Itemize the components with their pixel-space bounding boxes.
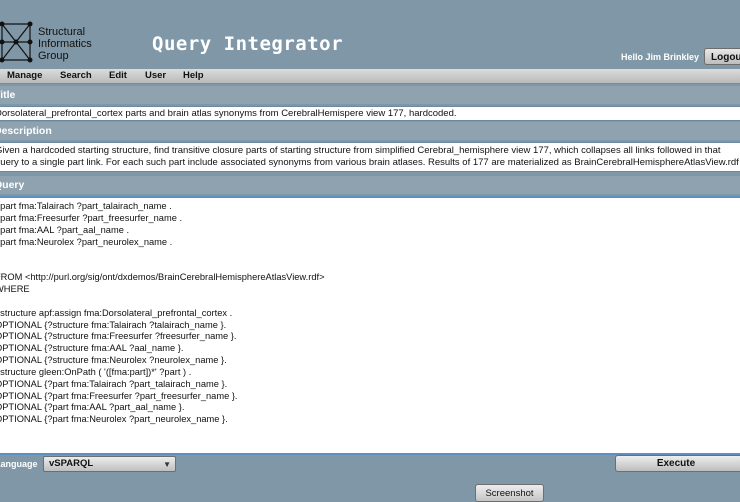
description-line: query to a single part link. For each su…	[0, 157, 739, 168]
menu-item-manage[interactable]: Manage	[7, 70, 42, 81]
logo-line: Structural	[38, 26, 86, 38]
query-line: OPTIONAL {?structure fma:Freesurfer ?fre…	[0, 331, 237, 342]
query-line: OPTIONAL {?structure fma:AAL ?aal_name }…	[0, 343, 184, 354]
query-line: WHERE	[0, 283, 30, 294]
description-line: Given a hardcoded starting structure, fi…	[0, 145, 721, 156]
query-line: FROM <http://purl.org/sig/ont/dxdemos/Br…	[0, 272, 325, 283]
logout-button[interactable]: Logout	[704, 48, 740, 65]
description-field[interactable]: Given a hardcoded starting structure, fi…	[0, 142, 740, 172]
query-line: ?part fma:Freesurfer ?part_freesurfer_na…	[0, 212, 183, 223]
query-line: ?part fma:Talairach ?part_talairach_name…	[0, 201, 172, 211]
logo-text: Structural Informatics Group	[38, 26, 92, 62]
query-line: ?part fma:Neurolex ?part_neurolex_name .	[0, 236, 173, 247]
query-line: ?structure apf:assign fma:Dorsolateral_p…	[0, 307, 233, 318]
menu-item-edit[interactable]: Edit	[109, 70, 127, 81]
user-greeting: Hello Jim Brinkley	[621, 52, 700, 62]
menu-item-help[interactable]: Help	[183, 70, 204, 81]
execute-button[interactable]: Execute	[615, 455, 740, 472]
query-line: OPTIONAL {?part fma:AAL ?part_aal_name }…	[0, 402, 185, 413]
query-heading: Query	[0, 176, 740, 194]
logo-line: Group	[38, 50, 69, 62]
screenshot-button[interactable]: Screenshot	[475, 484, 544, 502]
query-line: OPTIONAL {?part fma:Freesurfer ?part_fre…	[0, 390, 238, 401]
language-select[interactable]: vSPARQL ▼	[43, 456, 176, 472]
query-editor[interactable]: ?part fma:Talairach ?part_talairach_name…	[0, 196, 740, 455]
header: Structural Informatics Group Query Integ…	[0, 0, 740, 69]
language-label: Language	[0, 459, 38, 469]
title-heading: Title	[0, 86, 740, 104]
query-line: OPTIONAL {?part fma:Neurolex ?part_neuro…	[0, 414, 228, 425]
query-line: ?structure gleen:OnPath ( '([fma:part])*…	[0, 366, 192, 377]
query-heading-label: Query	[0, 179, 25, 191]
query-line: OPTIONAL {?part fma:Talairach ?part_tala…	[0, 378, 228, 389]
menu-item-search[interactable]: Search	[60, 70, 92, 81]
description-heading: Description	[0, 122, 740, 140]
logo-graph-icon	[0, 21, 33, 63]
query-line: OPTIONAL {?structure fma:Neurolex ?neuro…	[0, 355, 227, 366]
menu-bar: Manage Search Edit User Help	[0, 69, 740, 84]
query-line: ?part fma:AAL ?part_aal_name .	[0, 224, 130, 235]
description-heading-label: Description	[0, 125, 52, 137]
language-selected-value: vSPARQL	[49, 458, 94, 469]
logo-line: Informatics	[38, 38, 92, 50]
menu-item-user[interactable]: User	[145, 70, 166, 81]
title-value: Dorsolateral_prefrontal_cortex parts and…	[0, 108, 457, 119]
dropdown-arrow-icon: ▼	[163, 460, 171, 469]
title-heading-label: Title	[0, 89, 16, 101]
title-field[interactable]: Dorsolateral_prefrontal_cortex parts and…	[0, 106, 740, 121]
app-title: Query Integrator	[152, 33, 344, 55]
query-line: OPTIONAL {?structure fma:Talairach ?tala…	[0, 319, 227, 330]
